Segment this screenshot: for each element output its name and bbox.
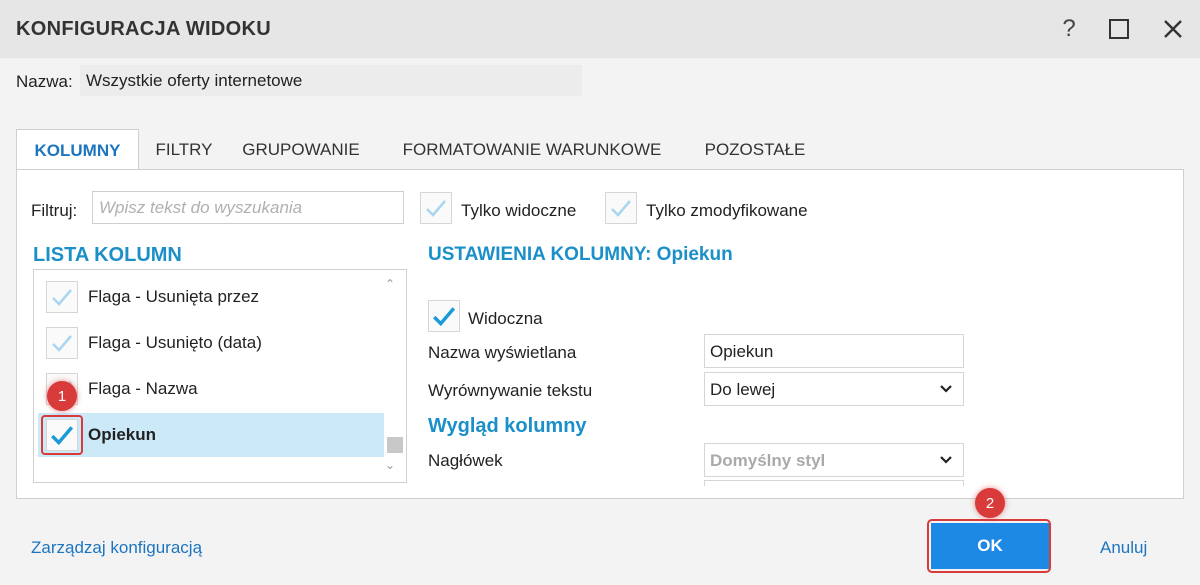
checkmark-icon [433,307,456,327]
header-style-label: Nagłówek [428,451,503,470]
maximize-icon [1109,19,1129,39]
chevron-down-icon [940,456,952,464]
only-modified-label: Tylko zmodyfikowane [646,201,808,220]
chevron-down-icon [940,385,952,393]
column-list-heading: LISTA KOLUMN [33,244,182,266]
only-visible-label: Tylko widoczne [461,201,577,220]
annotation-badge-1: 1 [47,381,77,411]
filter-search-input[interactable] [92,191,404,224]
column-visible-checkbox[interactable] [46,327,78,359]
list-item[interactable]: Flaga - Usunięto (data) [38,321,384,365]
ok-button[interactable]: OK [931,523,1049,569]
name-input[interactable] [80,65,582,96]
checkmark-icon [611,200,631,217]
next-field-edge [704,480,964,486]
tab-kolumny[interactable]: KOLUMNY [16,129,139,171]
scrollbar-thumb[interactable] [387,437,403,453]
question-mark-icon: ? [1062,15,1076,42]
scroll-up-arrow[interactable]: ⌃ [385,277,395,291]
name-label: Nazwa: [16,72,73,91]
dialog-title: KONFIGURACJA WIDOKU [16,18,271,40]
title-bar: KONFIGURACJA WIDOKU ? [0,0,1200,58]
tab-grupowanie[interactable]: GRUPOWANIE [236,129,366,171]
checkmark-icon [52,335,72,352]
column-visible-checkbox[interactable] [46,281,78,313]
list-item-label: Flaga - Usunięto (data) [88,333,262,352]
close-icon [1164,20,1182,38]
alignment-select[interactable]: Do lewej [704,372,964,406]
scroll-down-arrow[interactable]: ⌄ [385,458,395,472]
filter-label: Filtruj: [31,201,78,220]
only-visible-checkbox[interactable] [420,192,452,224]
visible-label: Widoczna [468,309,543,328]
checkmark-icon [52,289,72,306]
alignment-label: Wyrównywanie tekstu [428,381,593,400]
list-item-selected[interactable]: Opiekun [38,413,384,457]
alignment-value: Do lewej [710,380,776,399]
visible-checkbox[interactable] [428,300,460,332]
annotation-highlight-1 [41,415,83,455]
tab-formatowanie-warunkowe[interactable]: FORMATOWANIE WARUNKOWE [394,129,670,171]
tab-filtry[interactable]: FILTRY [144,129,224,171]
list-item[interactable]: Flaga - Nazwa [38,367,384,411]
tab-pozostale[interactable]: POZOSTAŁE [696,129,814,171]
list-item-label: Flaga - Nazwa [88,379,198,398]
maximize-button[interactable] [1100,10,1138,48]
list-item-label: Flaga - Usunięta przez [88,287,260,306]
column-settings-heading: USTAWIENIA KOLUMNY: Opiekun [428,244,733,265]
appearance-heading: Wygląd kolumny [428,415,587,437]
help-button[interactable]: ? [1050,10,1088,48]
list-item-label: Opiekun [88,425,157,444]
display-name-input[interactable]: Opiekun [704,334,964,368]
cancel-link[interactable]: Anuluj [1100,538,1147,558]
list-item[interactable]: Flaga - Usunięta przez [38,275,384,319]
display-name-label: Nazwa wyświetlana [428,343,577,362]
close-button[interactable] [1154,10,1192,48]
header-style-select[interactable]: Domyślny styl [704,443,964,477]
only-modified-checkbox[interactable] [605,192,637,224]
annotation-badge-2: 2 [975,488,1005,518]
header-style-value: Domyślny styl [710,451,826,470]
column-list[interactable]: Flaga - Usunięta przez Flaga - Usunięto … [33,269,407,483]
manage-configuration-link[interactable]: Zarządzaj konfiguracją [31,538,202,558]
checkmark-icon [426,200,446,217]
